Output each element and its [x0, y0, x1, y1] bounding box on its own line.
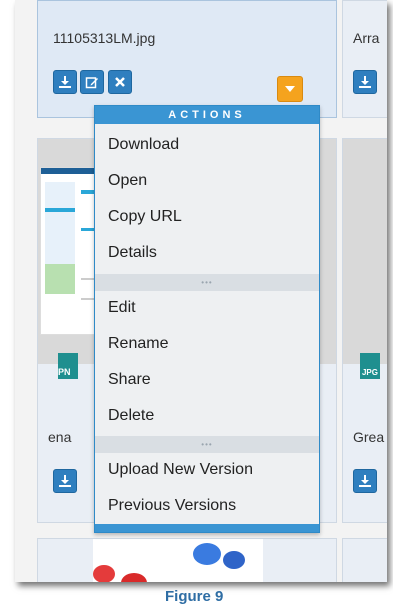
download-icon — [359, 76, 371, 88]
download-icon — [59, 76, 71, 88]
close-icon — [115, 77, 125, 87]
download-icon — [359, 475, 371, 487]
file-grid: 11105313LM.jpg Arra PN ena JPG Grea ACTI… — [15, 0, 387, 582]
thumbnail-area — [343, 139, 387, 364]
download-button[interactable] — [353, 70, 377, 94]
file-tile-selected[interactable]: 11105313LM.jpg — [37, 0, 337, 118]
file-name: Grea — [353, 429, 385, 445]
menu-separator: ••• — [95, 436, 319, 453]
jpg-file-icon: JPG — [360, 353, 380, 379]
menu-item-upload-new-version[interactable]: Upload New Version — [95, 452, 319, 488]
menu-item-share[interactable]: Share — [95, 362, 319, 398]
menu-item-edit[interactable]: Edit — [95, 290, 319, 326]
download-button[interactable] — [353, 469, 377, 493]
menu-footer — [95, 524, 319, 532]
file-tile[interactable] — [342, 538, 387, 582]
menu-separator: ••• — [95, 274, 319, 291]
delete-button[interactable] — [108, 70, 132, 94]
menu-header: ACTIONS — [95, 106, 319, 124]
edit-button[interactable] — [80, 70, 104, 94]
figure-caption: Figure 9 — [165, 588, 224, 605]
edit-icon — [85, 77, 98, 89]
menu-item-previous-versions[interactable]: Previous Versions — [95, 488, 319, 524]
menu-item-rename[interactable]: Rename — [95, 326, 319, 362]
menu-item-open[interactable]: Open — [95, 163, 319, 199]
file-name: 11105313LM.jpg — [53, 30, 156, 46]
file-name: ena — [48, 429, 72, 445]
file-tile[interactable] — [37, 538, 337, 582]
download-icon — [59, 475, 71, 487]
file-tile[interactable]: Arra — [342, 0, 387, 118]
screenshot: 11105313LM.jpg Arra PN ena JPG Grea ACTI… — [0, 0, 393, 605]
menu-item-delete[interactable]: Delete — [95, 398, 319, 434]
caret-down-icon — [285, 86, 295, 92]
png-file-icon: PN — [58, 353, 78, 379]
download-button[interactable] — [53, 70, 77, 94]
thumbnail-image — [93, 539, 263, 582]
download-button[interactable] — [53, 469, 77, 493]
menu-item-download[interactable]: Download — [95, 127, 319, 163]
file-tile[interactable]: JPG Grea — [342, 138, 387, 523]
actions-dropdown-button[interactable] — [277, 76, 303, 102]
actions-menu: ACTIONS Download Open Copy URL Details •… — [94, 105, 320, 533]
menu-item-copy-url[interactable]: Copy URL — [95, 199, 319, 235]
file-name: Arra — [353, 30, 380, 46]
menu-item-details[interactable]: Details — [95, 235, 319, 271]
